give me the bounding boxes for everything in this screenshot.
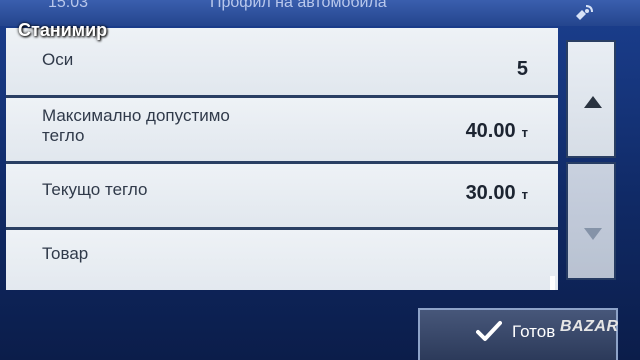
max-weight-value: 40.00 т: [465, 120, 528, 142]
screen-title: Профил на автомобила: [210, 0, 387, 11]
watermark-name: Станимир: [18, 20, 108, 40]
down-arrow-icon: [584, 228, 602, 240]
up-arrow-icon: [584, 96, 602, 108]
current-weight-label: Текущо тегло: [42, 180, 148, 199]
clock-text: 15:03: [48, 0, 89, 11]
list-item-cargo[interactable]: Товар: [6, 230, 558, 290]
current-weight-value: 30.00 т: [465, 182, 528, 204]
cargo-label: Товар: [42, 244, 89, 263]
scroll-down-button[interactable]: [566, 162, 616, 280]
axles-label: Оси: [42, 50, 74, 69]
scrollbar[interactable]: [566, 40, 616, 290]
done-button-label: Готов: [512, 322, 556, 341]
axles-value: 5: [516, 58, 528, 80]
scroll-up-button[interactable]: [566, 40, 616, 158]
max-weight-unit: т: [521, 125, 528, 140]
watermark-logo: BAZAR: [560, 318, 619, 335]
current-weight-unit: т: [521, 187, 528, 202]
max-weight-label: Максимално допустимо тегло: [42, 106, 230, 145]
list-item-current-weight[interactable]: Текущо тегло 30.00 т: [6, 164, 558, 230]
navigation-screen: 15:03 Профил на автомобила Станимир Оси …: [0, 0, 640, 360]
vehicle-profile-list: Оси 5 Максимално допустимо тегло 40.00 т …: [6, 28, 558, 290]
checkmark-icon: [476, 321, 502, 341]
scroll-position-indicator: [550, 276, 555, 290]
list-item-max-weight[interactable]: Максимално допустимо тегло 40.00 т: [6, 98, 558, 164]
satellite-icon: [576, 5, 593, 20]
